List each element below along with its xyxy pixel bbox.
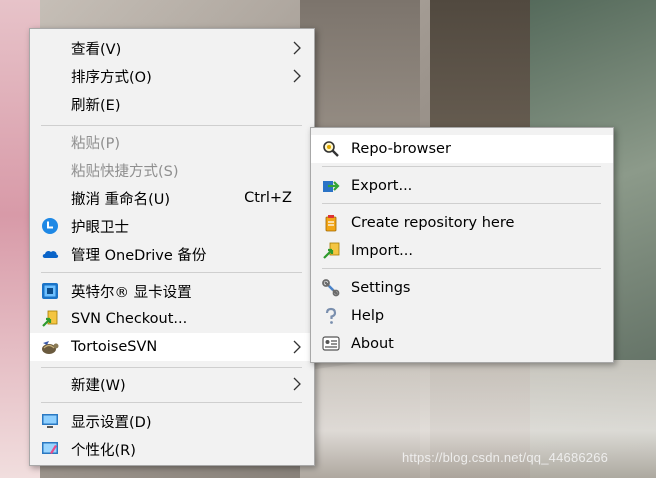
question-mark-icon bbox=[322, 307, 340, 325]
menu-item-view[interactable]: 查看(V) bbox=[30, 34, 314, 62]
blue-circle-clock-icon bbox=[41, 217, 59, 235]
wrench-icon bbox=[322, 279, 340, 297]
personalize-icon bbox=[41, 440, 59, 458]
menu-item-label: 粘贴(P) bbox=[71, 135, 121, 152]
submenu-item-label: Help bbox=[351, 308, 385, 324]
menu-item-label: 管理 OneDrive 备份 bbox=[71, 247, 207, 264]
menu-item-new[interactable]: 新建(W) bbox=[30, 370, 314, 398]
repository-icon bbox=[322, 214, 340, 232]
menu-item-paste[interactable]: 粘贴(P) bbox=[30, 128, 314, 156]
svn-checkout-icon bbox=[41, 310, 59, 328]
menu-separator bbox=[41, 125, 302, 126]
menu-item-label: 新建(W) bbox=[71, 377, 126, 394]
menu-item-label: 刷新(E) bbox=[71, 97, 121, 114]
submenu-item-label: Repo-browser bbox=[351, 141, 451, 157]
chevron-right-icon bbox=[290, 377, 304, 391]
tortoisesvn-submenu: Repo-browser Export... Create repository… bbox=[310, 127, 614, 363]
menu-item-label: 粘贴快捷方式(S) bbox=[71, 163, 179, 180]
menu-item-paste-shortcut[interactable]: 粘贴快捷方式(S) bbox=[30, 156, 314, 184]
submenu-item-create-repository[interactable]: Create repository here bbox=[311, 209, 613, 237]
menu-separator bbox=[41, 367, 302, 368]
menu-separator bbox=[322, 203, 601, 204]
menu-item-label: SVN Checkout... bbox=[71, 311, 188, 327]
menu-item-sort[interactable]: 排序方式(O) bbox=[30, 62, 314, 90]
desktop-context-menu: 查看(V) 排序方式(O) 刷新(E) 粘贴(P) 粘贴快捷方式(S) 撤消 重… bbox=[29, 28, 315, 466]
monitor-icon bbox=[41, 412, 59, 430]
menu-item-display-settings[interactable]: 显示设置(D) bbox=[30, 407, 314, 435]
menu-item-refresh[interactable]: 刷新(E) bbox=[30, 90, 314, 118]
menu-item-label: 显示设置(D) bbox=[71, 414, 152, 431]
about-icon bbox=[322, 335, 340, 353]
submenu-item-settings[interactable]: Settings bbox=[311, 274, 613, 302]
menu-item-label: 查看(V) bbox=[71, 41, 122, 58]
submenu-item-label: Create repository here bbox=[351, 215, 515, 231]
submenu-item-export[interactable]: Export... bbox=[311, 172, 613, 200]
menu-separator bbox=[41, 402, 302, 403]
menu-item-svn-checkout[interactable]: SVN Checkout... bbox=[30, 305, 314, 333]
shortcut-label: Ctrl+Z bbox=[244, 190, 292, 206]
submenu-item-import[interactable]: Import... bbox=[311, 237, 613, 265]
menu-item-undo-rename[interactable]: 撤消 重命名(U) Ctrl+Z bbox=[30, 184, 314, 212]
chevron-right-icon bbox=[290, 340, 304, 354]
menu-item-eye-guard[interactable]: 护眼卫士 bbox=[30, 212, 314, 240]
menu-item-label: 英特尔® 显卡设置 bbox=[71, 284, 192, 301]
submenu-item-help[interactable]: Help bbox=[311, 302, 613, 330]
submenu-item-repo-browser[interactable]: Repo-browser bbox=[311, 135, 613, 163]
submenu-item-label: Export... bbox=[351, 178, 413, 194]
menu-item-intel-graphics[interactable]: 英特尔® 显卡设置 bbox=[30, 277, 314, 305]
tortoise-icon bbox=[41, 338, 59, 356]
menu-item-onedrive[interactable]: 管理 OneDrive 备份 bbox=[30, 240, 314, 268]
cloud-icon bbox=[41, 245, 59, 263]
export-icon bbox=[322, 177, 340, 195]
submenu-item-about[interactable]: About bbox=[311, 330, 613, 358]
display-adapter-icon bbox=[41, 282, 59, 300]
submenu-item-label: About bbox=[351, 336, 394, 352]
menu-item-label: 撤消 重命名(U) bbox=[71, 191, 171, 208]
watermark-text: https://blog.csdn.net/qq_44686266 bbox=[402, 450, 609, 465]
menu-item-label: 个性化(R) bbox=[71, 442, 136, 459]
menu-item-personalize[interactable]: 个性化(R) bbox=[30, 435, 314, 463]
menu-item-tortoisesvn[interactable]: TortoiseSVN bbox=[30, 333, 314, 361]
menu-item-label: 护眼卫士 bbox=[71, 219, 129, 236]
menu-item-label: 排序方式(O) bbox=[71, 69, 152, 86]
menu-separator bbox=[41, 272, 302, 273]
submenu-item-label: Settings bbox=[351, 280, 411, 296]
chevron-right-icon bbox=[290, 41, 304, 55]
menu-separator bbox=[322, 268, 601, 269]
magnifier-icon bbox=[322, 140, 340, 158]
menu-item-label: TortoiseSVN bbox=[71, 339, 158, 355]
chevron-right-icon bbox=[290, 69, 304, 83]
import-icon bbox=[322, 242, 340, 260]
submenu-item-label: Import... bbox=[351, 243, 413, 259]
menu-separator bbox=[322, 166, 601, 167]
